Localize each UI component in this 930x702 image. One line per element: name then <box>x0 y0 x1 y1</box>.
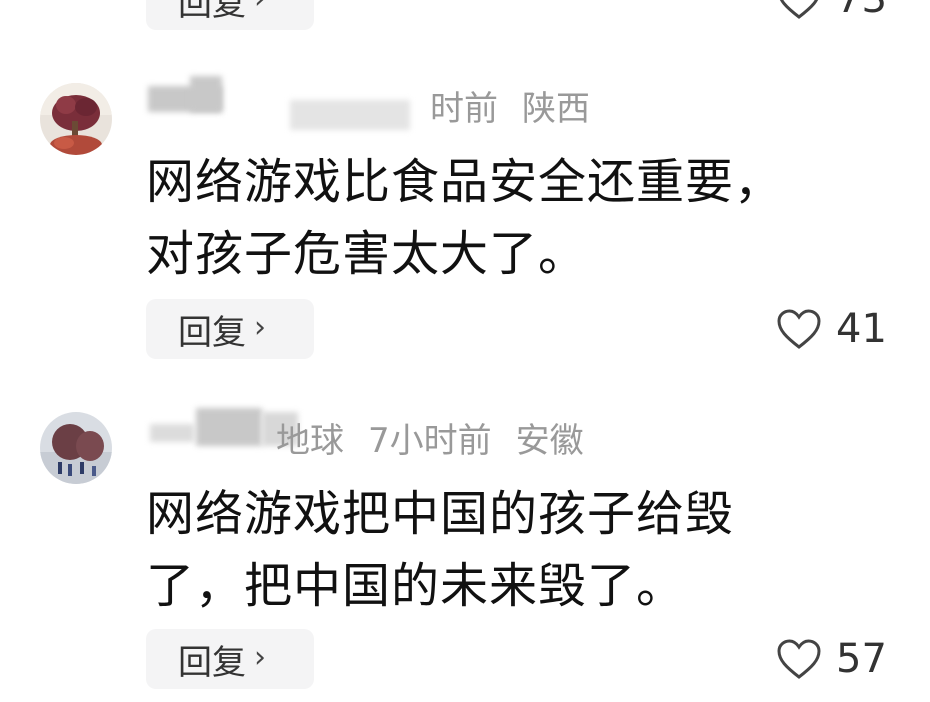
chevron-right-icon: › <box>254 0 266 16</box>
like-count: 73 <box>836 0 887 22</box>
reply-button[interactable]: 回复 › <box>146 629 314 689</box>
comment-location: 安徽 <box>515 421 584 461</box>
like-count: 57 <box>836 636 887 682</box>
reply-label: 回复 <box>178 642 246 683</box>
reply-label: 回复 <box>178 312 246 353</box>
reply-label: 回复 <box>178 0 246 24</box>
comment-location: 陕西 <box>522 89 590 129</box>
like-button[interactable]: 41 <box>776 306 887 352</box>
comment-line: 网络游戏把中国的孩子给毁 <box>146 486 735 542</box>
commenter-name: 地球 <box>276 421 344 461</box>
avatar[interactable] <box>40 83 112 155</box>
redacted-username <box>290 100 410 130</box>
avatar[interactable] <box>40 412 112 484</box>
heart-icon <box>777 639 821 679</box>
like-count: 41 <box>836 306 887 352</box>
heart-icon <box>779 0 819 19</box>
comments-page: 回复 › 73 时前陕西 网络游戏比食品安全还重要， 对孩子危害太大了。 回复 … <box>0 0 930 702</box>
redacted-username <box>190 76 222 112</box>
comment-line: 了，把中国的未来毁了。 <box>146 558 686 614</box>
comment-body: 网络游戏把中国的孩子给毁 了，把中国的未来毁了。 <box>146 478 846 622</box>
chevron-right-icon: › <box>254 309 266 345</box>
comment-time: 时前 <box>430 89 498 129</box>
reply-button[interactable]: 回复 › <box>146 0 314 30</box>
comment-line: 对孩子危害太大了。 <box>146 226 588 282</box>
like-button[interactable]: 57 <box>776 636 887 682</box>
chevron-right-icon: › <box>254 639 266 675</box>
comment-meta: 时前 陕西 <box>430 86 614 132</box>
heart-icon <box>777 309 821 349</box>
comment-meta: 地球 7小时前 安徽 <box>276 418 608 464</box>
like-button[interactable]: 73 <box>776 0 887 22</box>
reply-button[interactable]: 回复 › <box>146 299 314 359</box>
redacted-username <box>150 424 194 442</box>
comment-body: 网络游戏比食品安全还重要， 对孩子危害太大了。 <box>146 146 846 290</box>
redacted-username <box>196 408 262 446</box>
comment-line: 网络游戏比食品安全还重要， <box>146 154 784 210</box>
comment-time: 7小时前 <box>368 421 492 461</box>
